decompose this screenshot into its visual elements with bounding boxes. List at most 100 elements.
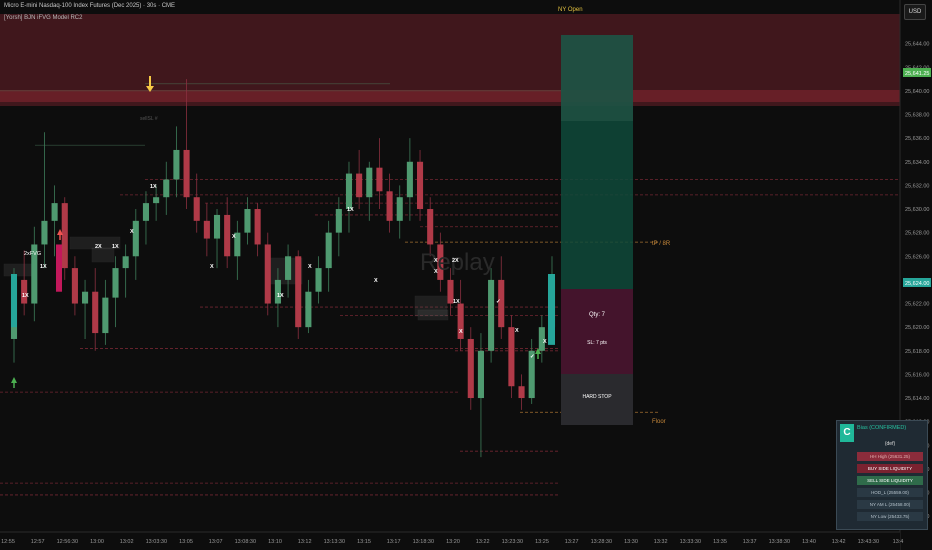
candle-body bbox=[356, 173, 363, 198]
time-tick-label: 13:13:30 bbox=[324, 539, 345, 545]
stop-zone bbox=[561, 289, 633, 374]
candle-body bbox=[112, 268, 119, 298]
time-tick-label: 13:18:30 bbox=[413, 539, 434, 545]
dashboard-row: SELL SIDE LIQUIDITY bbox=[857, 476, 923, 485]
time-tick-label: 13:32 bbox=[654, 539, 668, 545]
signal-marker: ✓ bbox=[496, 299, 501, 305]
candle-body bbox=[213, 214, 221, 239]
signal-marker: X bbox=[308, 264, 312, 270]
signal-marker: X bbox=[515, 328, 519, 334]
time-tick-label: 13:37 bbox=[743, 539, 757, 545]
candle-body bbox=[82, 291, 89, 304]
currency-button[interactable]: USD bbox=[904, 4, 926, 20]
faint-label: sellSL # bbox=[140, 116, 158, 122]
target-zone-upper bbox=[561, 35, 633, 121]
signal-marker: 1X bbox=[150, 184, 157, 190]
signal-marker: X bbox=[232, 234, 236, 240]
dashboard-title: Bias (CONFIRMED) bbox=[857, 425, 907, 431]
time-tick-label: 13:00 bbox=[90, 539, 104, 545]
price-tag-top-label: 25,641.25 bbox=[905, 71, 929, 77]
chart-title: Micro E-mini Nasdaq-100 Index Futures (D… bbox=[4, 3, 176, 9]
price-tick-label: 25,614.00 bbox=[905, 396, 929, 402]
signal-marker: 2X bbox=[452, 258, 459, 264]
candle-body bbox=[132, 220, 139, 257]
candle-body bbox=[396, 197, 403, 221]
candle-body bbox=[295, 256, 302, 328]
candle-body bbox=[285, 256, 292, 280]
signal-marker: X bbox=[459, 329, 463, 335]
dashboard-badge: C bbox=[840, 424, 854, 442]
candle-body bbox=[102, 297, 109, 334]
price-tick-label: 25,620.00 bbox=[905, 325, 929, 331]
time-tick-label: 13:22 bbox=[476, 539, 490, 545]
tp-label: tP / 8R bbox=[652, 241, 671, 247]
floor-label: Floor bbox=[652, 419, 666, 425]
price-tick-label: 25,628.00 bbox=[905, 231, 929, 237]
signal-marker: X bbox=[374, 278, 378, 284]
time-tick-label: 13:43:30 bbox=[858, 539, 879, 545]
signal-marker: X bbox=[543, 339, 547, 345]
signal-marker: X bbox=[434, 269, 438, 275]
signal-candle bbox=[11, 274, 17, 328]
dashboard-row: NY AM L (25458.00) bbox=[857, 500, 923, 509]
dashboard-panel: C Bias (CONFIRMED) (def) HH High (25631.… bbox=[836, 420, 928, 530]
signal-marker: X bbox=[434, 258, 438, 264]
price-tick-label: 25,636.00 bbox=[905, 136, 929, 142]
signal-marker: 1X bbox=[347, 207, 354, 213]
price-tick-label: 25,634.00 bbox=[905, 160, 929, 166]
price-tick-label: 25,644.00 bbox=[905, 42, 929, 48]
candle-body bbox=[41, 220, 48, 245]
candle-body bbox=[488, 279, 495, 351]
candle-body bbox=[345, 173, 353, 210]
candle-body bbox=[61, 203, 68, 269]
signal-candle bbox=[56, 244, 62, 292]
signal-marker: 1X bbox=[453, 299, 460, 305]
candle-body bbox=[315, 268, 322, 292]
price-tick-label: 25,618.00 bbox=[905, 349, 929, 355]
price-tick-label: 25,638.00 bbox=[905, 113, 929, 119]
candle-body bbox=[274, 279, 281, 304]
hard-stop-label: HARD STOP bbox=[582, 394, 612, 400]
price-chart[interactable]: Replay NY Open sellSL # 2xFVG 1X1X1X2XXX… bbox=[0, 0, 932, 550]
price-tick-label: 25,630.00 bbox=[905, 207, 929, 213]
candle-body bbox=[366, 167, 373, 198]
time-tick-label: 13:42 bbox=[832, 539, 846, 545]
time-tick-label: 13:03:30 bbox=[146, 539, 167, 545]
signal-candle bbox=[548, 274, 555, 345]
signal-marker: 1X bbox=[40, 264, 47, 270]
time-tick-label: 12:56:30 bbox=[57, 539, 78, 545]
candle-body bbox=[203, 220, 210, 239]
time-tick-label: 13:38:30 bbox=[769, 539, 790, 545]
time-tick-label: 13:12 bbox=[298, 539, 312, 545]
time-tick-label: 13:20 bbox=[446, 539, 460, 545]
candle-body bbox=[173, 149, 180, 180]
candle-body bbox=[153, 197, 160, 204]
price-tick-label: 25,626.00 bbox=[905, 254, 929, 260]
time-tick-label: 13:17 bbox=[387, 539, 401, 545]
candle-body bbox=[477, 350, 484, 399]
time-tick-label: 13:23:30 bbox=[502, 539, 523, 545]
time-tick-label: 13:25 bbox=[535, 539, 549, 545]
liquidity-zone-line bbox=[0, 90, 900, 102]
candle-body bbox=[406, 161, 413, 198]
price-tag-current-label: 25,624.00 bbox=[905, 281, 929, 287]
fvg-box bbox=[91, 247, 115, 263]
time-tick-label: 13:10 bbox=[268, 539, 282, 545]
time-tick-label: 13:33:30 bbox=[680, 539, 701, 545]
candle-body bbox=[386, 191, 393, 221]
candle-body bbox=[122, 256, 129, 269]
dashboard-row: NY Low (25433.75) bbox=[857, 512, 923, 521]
indicator-name[interactable]: [Yorsh] BJN iFVG Model RC2 bbox=[4, 15, 82, 21]
candle-body bbox=[518, 386, 525, 399]
price-tick-label: 25,632.00 bbox=[905, 183, 929, 189]
price-tick-label: 25,640.00 bbox=[905, 89, 929, 95]
time-tick-label: 12:57 bbox=[31, 539, 45, 545]
candle-body bbox=[427, 209, 434, 245]
dashboard-subtitle: (def) bbox=[884, 441, 896, 447]
candle-body bbox=[142, 203, 150, 221]
candle-body bbox=[51, 203, 58, 221]
fvg-box bbox=[3, 263, 33, 277]
time-tick-label: 13:27 bbox=[565, 539, 579, 545]
dashboard-row: BUY SIDE LIQUIDITY bbox=[857, 464, 923, 473]
signal-marker: X bbox=[130, 229, 134, 235]
